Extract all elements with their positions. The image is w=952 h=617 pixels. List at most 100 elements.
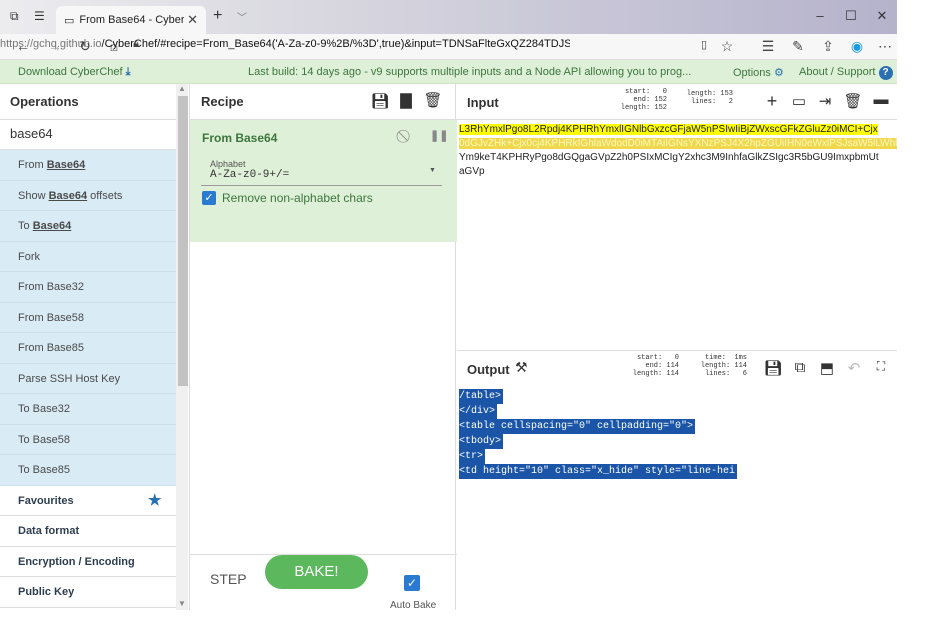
operation-item[interactable]: Show Base64 offsets xyxy=(0,180,176,211)
category-item[interactable]: Data format xyxy=(0,516,176,547)
browser-tab[interactable]: ▭ From Base64 - CyberCh ✕ xyxy=(56,6,206,34)
category-item[interactable]: Encryption / Encoding xyxy=(0,546,176,577)
operations-title: Operations xyxy=(0,84,176,120)
auto-bake-checkbox[interactable]: ✓ xyxy=(404,575,420,591)
about-link[interactable]: About / Support ? xyxy=(799,66,893,80)
scroll-down-icon[interactable]: ▼ xyxy=(178,599,186,608)
share-icon[interactable]: ⇪ xyxy=(817,38,839,55)
input-stats-length: length: 153 lines: 2 xyxy=(686,90,733,106)
output-line: </div> xyxy=(459,404,498,419)
extension-icon[interactable]: ◉ xyxy=(846,38,868,55)
alphabet-select[interactable]: Alphabet A-Za-z0-9+/= ▼ xyxy=(201,156,442,186)
replace-input-icon[interactable]: ⬒ xyxy=(817,359,837,377)
browser-titlebar: ⧉ ☰ ▭ From Base64 - CyberCh ✕ + ﹀ – ☐ ✕ xyxy=(0,0,897,34)
alphabet-value: A-Za-z0-9+/= xyxy=(210,169,290,181)
maximize-button[interactable]: ☐ xyxy=(836,8,866,24)
home-icon[interactable]: ⌂ xyxy=(103,38,125,54)
remove-non-alphabet-checkbox[interactable]: ✓ Remove non-alphabet chars xyxy=(202,191,373,205)
page-icon: ▭ xyxy=(64,14,75,27)
bake-controls: STEP BAKE! ✓ Auto Bake xyxy=(190,554,457,611)
tab-title: From Base64 - CyberCh xyxy=(79,14,185,26)
input-line-4: aGVp xyxy=(459,166,485,177)
gear-icon: ⚙ xyxy=(773,67,784,79)
maximize-output-icon[interactable]: ⛶ xyxy=(871,359,891,374)
output-stats-time: time: 1ms length: 114 lines: 6 xyxy=(700,354,747,378)
input-header: Input start: 0 end: 152 length: 152 leng… xyxy=(457,84,897,120)
input-textarea[interactable]: L3RhYmxlPgo8L2Rpdj4KPHRhYmxlIGNlbGxzcGFj… xyxy=(459,123,897,179)
favorites-icon[interactable]: ☰ xyxy=(757,38,779,55)
input-line-1: L3RhYmxlPgo8L2Rpdj4KPHRhYmxlIGNlbGxzcGFj… xyxy=(459,124,878,135)
add-input-icon[interactable]: + xyxy=(762,91,782,112)
category-item[interactable]: Favourites ★ xyxy=(0,485,176,516)
tab-actions-icon[interactable]: ⧉ xyxy=(10,9,19,24)
scroll-up-icon[interactable]: ▲ xyxy=(178,84,186,93)
step-button[interactable]: STEP xyxy=(210,571,247,587)
close-tab-icon[interactable]: ✕ xyxy=(187,12,198,28)
operation-item[interactable]: To Base58 xyxy=(0,424,176,455)
chevron-down-icon[interactable]: ﹀ xyxy=(237,9,247,24)
auto-bake-label: Auto Bake xyxy=(390,600,437,611)
favorite-star-icon[interactable]: ☆ xyxy=(716,38,738,55)
minimize-button[interactable]: – xyxy=(805,8,835,23)
reset-layout-icon[interactable]: ▬ xyxy=(871,91,891,108)
output-textarea[interactable]: /table> </div> <table cellspacing="0" ce… xyxy=(459,389,897,479)
close-window-button[interactable]: ✕ xyxy=(867,8,897,24)
input-line-2-selected: 0dGJvZHk+Cjx0cj4KPHRkIGhlaWdodD0iMTAiIGN… xyxy=(459,138,897,149)
load-recipe-icon[interactable]: ▇ xyxy=(396,91,416,109)
operation-item[interactable]: To Base85 xyxy=(0,455,176,486)
category-item[interactable]: Public Key xyxy=(0,577,176,608)
reader-icon[interactable]: ▯ xyxy=(693,38,715,51)
operation-item[interactable]: From Base32 xyxy=(0,272,176,303)
output-line: /table> xyxy=(459,389,504,404)
open-file-icon[interactable]: ⇥ xyxy=(815,92,835,110)
alphabet-label: Alphabet xyxy=(210,159,246,169)
output-panel: Output ⚒ start: 0 end: 114 length: 114 t… xyxy=(457,350,897,610)
back-icon[interactable]: ← xyxy=(12,38,34,54)
recipe-title: Recipe xyxy=(190,84,457,120)
operation-item[interactable]: From Base58 xyxy=(0,302,176,333)
operations-scroll-thumb[interactable] xyxy=(178,96,188,386)
options-link[interactable]: Options ⚙ xyxy=(733,66,784,79)
output-line: <table cellspacing="0" cellpadding="0"> xyxy=(459,419,696,434)
copy-output-icon[interactable]: ⧉ xyxy=(790,359,810,376)
dropdown-arrow-icon: ▼ xyxy=(429,167,436,174)
output-line: <tbody> xyxy=(459,434,504,449)
operation-item[interactable]: To Base64 xyxy=(0,211,176,242)
output-title: Output xyxy=(467,362,510,377)
operation-item[interactable]: Fork xyxy=(0,241,176,272)
operations-panel: Operations base64 From Base64 Show Base64… xyxy=(0,84,176,610)
download-icon: ⤓ xyxy=(125,66,131,78)
undo-icon[interactable]: ↶ xyxy=(844,359,864,377)
operation-item[interactable]: Parse SSH Host Key xyxy=(0,363,176,394)
vertical-tabs-icon[interactable]: ☰ xyxy=(34,9,45,23)
checkbox-checked-icon: ✓ xyxy=(202,191,216,205)
recipe-op-name: From Base64 xyxy=(202,131,278,145)
download-link[interactable]: Download CyberChef ⤓ xyxy=(18,66,131,79)
open-folder-icon[interactable]: ▭ xyxy=(789,92,809,110)
new-tab-button[interactable]: + xyxy=(213,7,222,25)
output-line: <td height="10" class="x_hide" style="li… xyxy=(459,464,738,479)
bake-button[interactable]: BAKE! xyxy=(265,555,368,589)
forward-icon[interactable]: → xyxy=(44,38,66,54)
input-line-3: Ym9keT4KPHRyPgo8dGQgaGVpZ2h0PSIxMCIgY2xh… xyxy=(459,152,879,163)
recipe-operation-from-base64[interactable]: From Base64 ⃠ ❚❚ Alphabet A-Za-z0-9+/= ▼… xyxy=(190,120,457,242)
output-line: <tr> xyxy=(459,449,486,464)
save-output-icon[interactable]: 💾︎ xyxy=(763,359,783,377)
operation-item[interactable]: From Base85 xyxy=(0,333,176,364)
magic-wand-icon[interactable]: ⚒ xyxy=(515,359,528,376)
address-bar: ← → ↻ ⌂ 🔒︎ https://gchq.github.io/CyberC… xyxy=(0,34,897,60)
banner-message: Last build: 14 days ago - v9 supports mu… xyxy=(248,66,692,78)
refresh-icon[interactable]: ↻ xyxy=(74,38,96,55)
help-icon: ? xyxy=(878,66,893,80)
clear-input-icon[interactable]: 🗑︎ xyxy=(843,92,863,110)
operations-search-input[interactable]: base64 xyxy=(0,120,176,150)
pause-op-icon[interactable]: ❚❚ xyxy=(430,129,448,142)
clear-recipe-icon[interactable]: 🗑︎ xyxy=(423,91,443,109)
operation-item[interactable]: To Base32 xyxy=(0,394,176,425)
output-header: Output ⚒ start: 0 end: 114 length: 114 t… xyxy=(457,351,897,387)
operation-item[interactable]: From Base64 xyxy=(0,150,176,181)
pen-icon[interactable]: ✎ xyxy=(787,38,809,55)
save-recipe-icon[interactable]: 💾︎ xyxy=(370,92,390,110)
more-icon[interactable]: ⋯ xyxy=(874,38,896,55)
cyberchef-banner: Download CyberChef ⤓ Last build: 14 days… xyxy=(0,60,897,84)
